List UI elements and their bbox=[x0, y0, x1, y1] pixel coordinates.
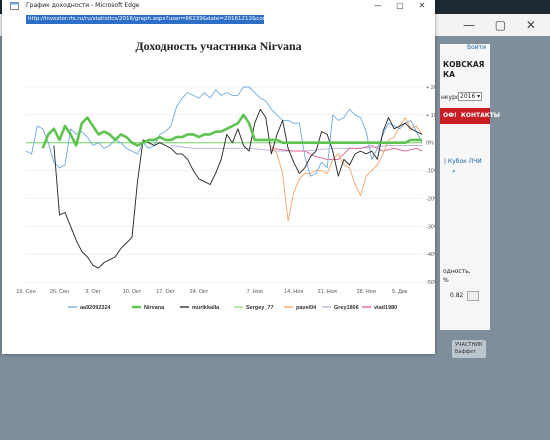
x-tick-label: 7. Ноя bbox=[247, 289, 263, 295]
login-link[interactable]: Войти bbox=[467, 44, 486, 51]
year-select[interactable]: 2016 ▾ bbox=[458, 92, 482, 101]
y-tick-label: + 10% bbox=[426, 113, 435, 119]
legend-item: murikkalla bbox=[192, 305, 220, 311]
y-tick-label: 0% bbox=[426, 141, 434, 147]
x-tick-label: 24. Окт bbox=[190, 289, 209, 295]
legend-item: pavel04 bbox=[296, 305, 317, 311]
badge-text-1: УЧАСТНИК bbox=[455, 342, 483, 348]
legend-item: aa92092324 bbox=[80, 305, 112, 311]
x-tick-label: 10. Окт bbox=[123, 289, 142, 295]
x-tick-label: 3. Окт bbox=[85, 289, 101, 295]
x-tick-label: 14. Ноя bbox=[284, 289, 303, 295]
y-tick-label: -50% bbox=[426, 280, 435, 286]
y-tick-label: + 20% bbox=[426, 85, 435, 91]
legend-item: vlad1980 bbox=[374, 305, 397, 311]
stat-header-2: % bbox=[443, 277, 449, 284]
legend-item: Nirvana bbox=[144, 305, 165, 311]
y-tick-label: -40% bbox=[426, 252, 435, 258]
x-tick-label: 28. Ноя bbox=[357, 289, 376, 295]
series-line-pavel04 bbox=[271, 117, 423, 222]
stat-value: 0.82 bbox=[450, 292, 464, 299]
x-tick-label: 21. Ноя bbox=[318, 289, 337, 295]
site-logo-line2[interactable]: КА bbox=[443, 70, 455, 79]
x-tick-label: 26. Сен bbox=[50, 289, 69, 295]
cup-link-arrow[interactable]: » bbox=[452, 168, 456, 175]
yield-chart: + 20% + 10% 0% -10% -20% -30% -40% -50% 19. Сен 2… bbox=[16, 85, 435, 311]
site-logo-line1[interactable]: КОВСКАЯ bbox=[443, 60, 484, 69]
x-tick-label: 17. Окт bbox=[156, 289, 175, 295]
badge-text-2: Баффет bbox=[455, 349, 477, 355]
stat-header-1: одность, bbox=[443, 268, 471, 275]
series-line-vlad1980 bbox=[271, 145, 423, 160]
chart-popup-window: График доходности - Microsoft Edge — ▢ ✕… bbox=[2, 0, 435, 354]
legend-item: Sergey_77 bbox=[246, 305, 274, 311]
background-window-controls[interactable]: — ▢ ✕ bbox=[463, 18, 544, 32]
mini-chart-icon[interactable] bbox=[467, 291, 479, 301]
nav-item-1[interactable]: ОФ! bbox=[443, 112, 457, 119]
x-tick-label: 5. Дек bbox=[392, 289, 408, 295]
y-tick-label: -10% bbox=[426, 169, 435, 175]
cup-link[interactable]: | Кубок ЛЧИ bbox=[444, 158, 482, 165]
x-tick-label: 19. Сен bbox=[16, 289, 35, 295]
y-tick-label: -20% bbox=[426, 196, 435, 202]
nav-item-contacts[interactable]: КОНТАКТЫ bbox=[461, 112, 500, 119]
y-tick-label: -30% bbox=[426, 224, 435, 230]
site-nav-items[interactable]: ОФ! КОНТАКТЫ bbox=[443, 112, 500, 119]
legend-item: Grey1806 bbox=[334, 305, 359, 311]
background-site-panel bbox=[440, 44, 490, 330]
